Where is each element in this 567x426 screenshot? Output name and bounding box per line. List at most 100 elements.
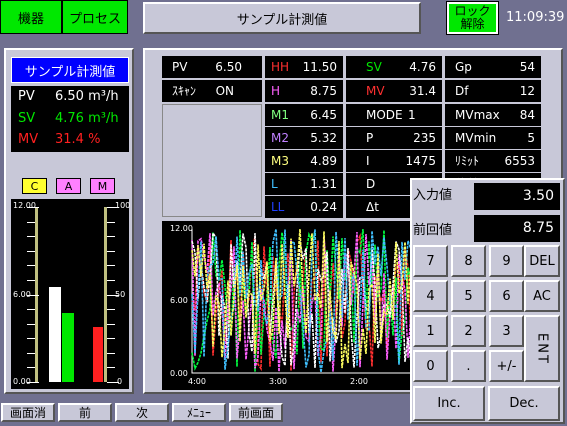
scale-tick xyxy=(107,295,119,296)
next-button[interactable]: 次 xyxy=(115,403,169,422)
delete-key[interactable]: DEL xyxy=(524,245,560,277)
df-cell[interactable]: Df 12 xyxy=(445,80,541,102)
i-cell[interactable]: I 1475 xyxy=(346,150,442,172)
process-button[interactable]: プロセス xyxy=(62,0,128,34)
mode-m-button[interactable]: M xyxy=(90,178,115,194)
pv-cell: PV 6.50 xyxy=(162,56,262,78)
key-4[interactable]: 4 xyxy=(413,280,448,312)
sv-value: 4.76 m³/h xyxy=(55,111,119,126)
scale-tick xyxy=(27,251,35,252)
scale-top: 12.00 xyxy=(13,201,36,210)
prev-value-label: 前回値 xyxy=(413,223,453,238)
scan-cell: ｽｷｬﾝ ON xyxy=(162,80,262,102)
scale-tick xyxy=(107,353,115,354)
pv-value: 6.50 m³/h xyxy=(55,89,119,104)
m1-cell[interactable]: M1 6.45 xyxy=(265,104,343,126)
x-tick-3: 2:00 xyxy=(350,377,368,386)
mvmax-value: 84 xyxy=(519,108,535,122)
key-0[interactable]: 0 xyxy=(413,350,448,382)
limit-label: ﾘﾐｯﾄ xyxy=(455,154,480,168)
mode-cell[interactable]: MODE 1 xyxy=(346,104,442,126)
enter-key[interactable]: ENT xyxy=(524,315,560,382)
mv-label: MV xyxy=(18,132,39,147)
y-tick-top: 12.00 xyxy=(170,224,193,233)
sv-param-value: 4.76 xyxy=(409,60,436,74)
machine-button[interactable]: 機器 xyxy=(0,0,62,34)
scale-tick xyxy=(27,338,35,339)
mvmax-cell[interactable]: MVmax 84 xyxy=(445,104,541,126)
h-value: 8.75 xyxy=(310,84,337,98)
input-value-label: 入力値 xyxy=(413,188,453,203)
mv-param-cell[interactable]: MV 31.4 xyxy=(346,80,442,102)
p-value: 235 xyxy=(413,131,436,145)
p-cell[interactable]: P 235 xyxy=(346,127,442,149)
key-7[interactable]: 7 xyxy=(413,245,448,277)
l-value: 1.31 xyxy=(310,177,337,191)
increment-button[interactable]: Inc. xyxy=(413,386,485,421)
decimal-key[interactable]: . xyxy=(451,350,486,382)
h-cell[interactable]: H 8.75 xyxy=(265,80,343,102)
bargraph-area: 12.00 6.00 0.00 100 50 0 xyxy=(11,199,131,389)
hh-value: 11.50 xyxy=(302,60,337,74)
scale-tick xyxy=(107,265,115,266)
key-9[interactable]: 9 xyxy=(489,245,524,277)
param-pv-value: 6.50 xyxy=(215,60,242,74)
m2-label: M2 xyxy=(271,131,289,145)
unlock-button[interactable]: ロック解除 xyxy=(446,1,499,35)
scale-tick xyxy=(27,265,35,266)
sign-key[interactable]: +/- xyxy=(489,350,524,382)
m2-cell[interactable]: M2 5.32 xyxy=(265,127,343,149)
x-tick-2: 3:00 xyxy=(269,377,287,386)
scale-tick xyxy=(107,236,115,237)
faceplate-values: PV 6.50 m³/h SV 4.76 m³/h MV 31.4 % xyxy=(11,86,129,152)
scan-value: ON xyxy=(215,84,234,98)
gp-value: 54 xyxy=(519,60,535,74)
previous-screen-button[interactable]: 前画面 xyxy=(229,403,283,422)
scale-tick xyxy=(27,367,35,368)
scale-tick xyxy=(107,251,115,252)
m3-cell[interactable]: M3 4.89 xyxy=(265,150,343,172)
d-label: D xyxy=(366,177,376,191)
key-8[interactable]: 8 xyxy=(451,245,486,277)
l-label: L xyxy=(271,177,278,191)
limit-cell[interactable]: ﾘﾐｯﾄ 6553 xyxy=(445,150,541,172)
mode-c-button[interactable]: C xyxy=(22,178,47,194)
scale-tick xyxy=(27,309,35,310)
gp-cell[interactable]: Gp 54 xyxy=(445,56,541,78)
trend-svg xyxy=(191,228,412,374)
p-label: P xyxy=(366,131,374,145)
scale-tick xyxy=(27,236,35,237)
mode-value: 1 xyxy=(408,108,416,122)
screen-off-button[interactable]: 画面消 xyxy=(1,403,55,422)
key-6[interactable]: 6 xyxy=(489,280,524,312)
input-value-field[interactable]: 3.50 xyxy=(474,183,560,210)
menu-button[interactable]: ﾒﾆｭｰ xyxy=(172,403,226,422)
key-1[interactable]: 1 xyxy=(413,315,448,347)
scale-tick xyxy=(27,295,39,296)
mv-scale-top: 100 xyxy=(115,201,131,210)
all-clear-key[interactable]: AC xyxy=(524,280,560,312)
scale-tick xyxy=(107,338,115,339)
l-cell[interactable]: L 1.31 xyxy=(265,173,343,195)
y-tick-mid: 6.00 xyxy=(170,296,188,305)
mode-a-button[interactable]: A xyxy=(56,178,81,194)
sv-param-cell[interactable]: SV 4.76 xyxy=(346,56,442,78)
key-2[interactable]: 2 xyxy=(451,315,486,347)
ll-cell[interactable]: LL 0.24 xyxy=(265,196,343,218)
mvmin-cell[interactable]: MVmin 5 xyxy=(445,127,541,149)
scale-tick xyxy=(27,280,35,281)
sv-label: SV xyxy=(18,111,36,126)
faceplate-title-text: サンプル計測値 xyxy=(24,64,116,80)
mode-label: MODE xyxy=(366,108,403,122)
decrement-button[interactable]: Dec. xyxy=(488,386,560,421)
df-label: Df xyxy=(455,84,469,98)
i-label: I xyxy=(366,154,370,168)
key-3[interactable]: 3 xyxy=(489,315,524,347)
m2-value: 5.32 xyxy=(310,131,337,145)
previous-button[interactable]: 前 xyxy=(58,403,112,422)
mv-param-value: 31.4 xyxy=(409,84,436,98)
param-pv-label: PV xyxy=(172,60,188,74)
key-5[interactable]: 5 xyxy=(451,280,486,312)
pv-label: PV xyxy=(18,89,35,104)
hh-cell[interactable]: HH 11.50 xyxy=(265,56,343,78)
